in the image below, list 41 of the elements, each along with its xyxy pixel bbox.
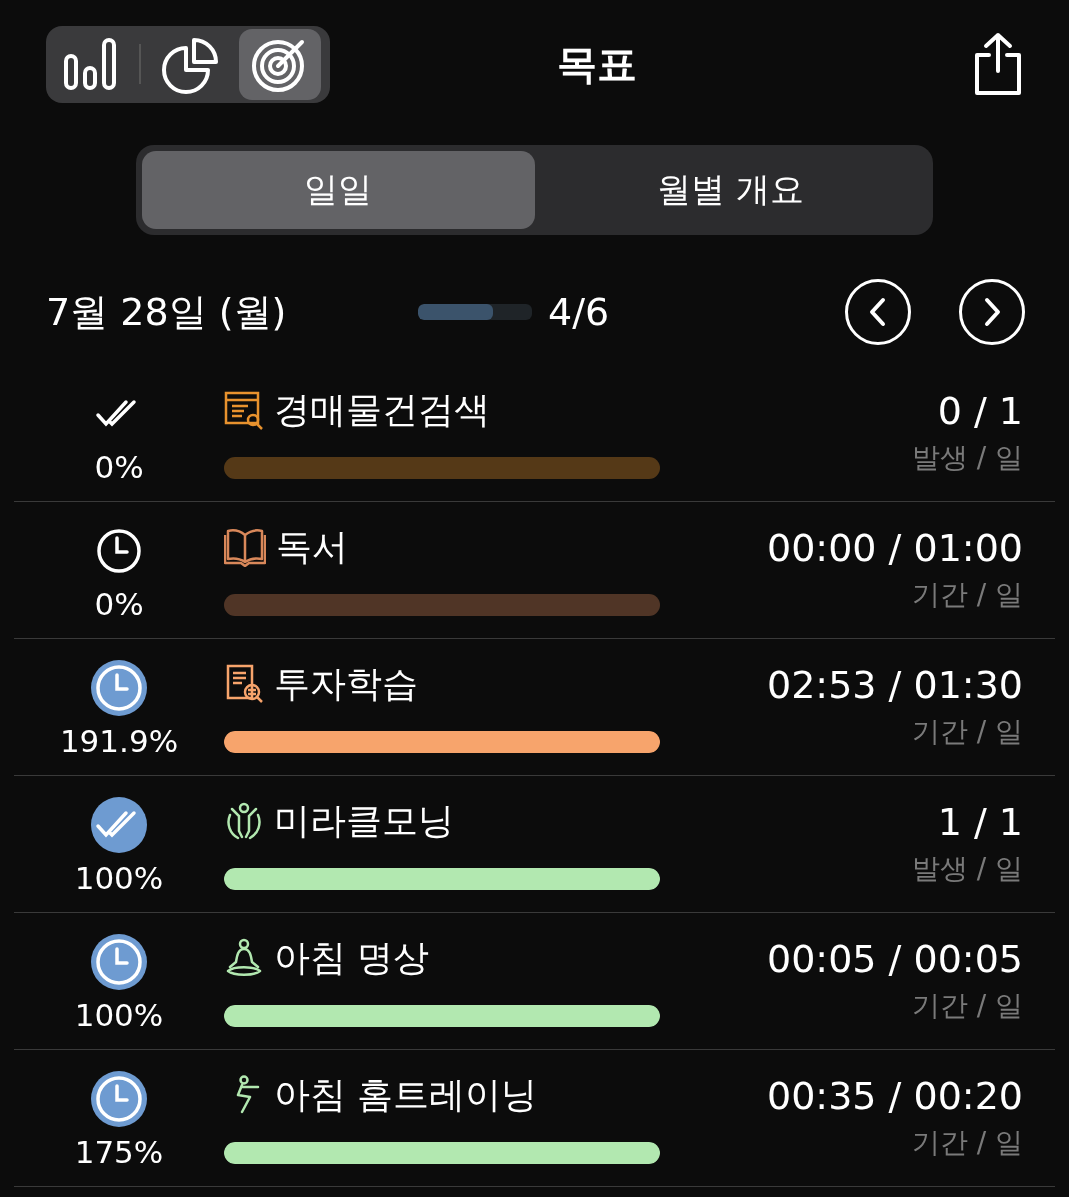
tab[interactable]: 일일 <box>142 151 535 229</box>
goal-unit: 발생 / 일 <box>911 440 1023 476</box>
goal-title: 독서 <box>276 524 348 569</box>
share-icon <box>973 31 1023 97</box>
chevron-left-icon <box>868 297 888 327</box>
goal-unit: 기간 / 일 <box>911 577 1023 613</box>
goal-value: 00:05 / 00:05 <box>767 937 1023 981</box>
percent-label: 0% <box>94 586 144 622</box>
chevron-right-icon <box>982 297 1002 327</box>
goal-title: 아침 명상 <box>274 935 430 980</box>
goal-value: 00:35 / 00:20 <box>767 1074 1023 1118</box>
meditation-icon <box>224 938 264 978</box>
person-icon <box>224 801 264 841</box>
goal-value: 02:53 / 01:30 <box>767 663 1023 707</box>
previous-day-button[interactable] <box>845 279 911 345</box>
view-button[interactable] <box>239 28 321 100</box>
document-search-icon <box>224 664 264 704</box>
screen-title: 목표 <box>556 39 637 89</box>
goal-value: 00:00 / 01:00 <box>767 526 1023 570</box>
next-day-button[interactable] <box>959 279 1025 345</box>
percent-label: 175% <box>74 1134 164 1170</box>
date-label: 7월 28일 (월) <box>46 288 288 336</box>
share-button[interactable] <box>973 31 1023 97</box>
percent-label: 0% <box>94 449 144 485</box>
goal-unit: 발생 / 일 <box>911 851 1023 887</box>
goal-title: 아침 홈트레이닝 <box>274 1072 538 1117</box>
percent-label: 100% <box>74 860 164 896</box>
percent-label: 191.9% <box>59 723 179 759</box>
book-icon <box>224 527 266 567</box>
goal-unit: 기간 / 일 <box>911 1125 1023 1161</box>
goal-unit: 기간 / 일 <box>911 714 1023 750</box>
goal-title: 경매물건검색 <box>274 387 490 432</box>
goal-title: 미라클모닝 <box>274 798 454 843</box>
tab[interactable]: 월별 개요 <box>534 151 927 229</box>
goal-value: 1 / 1 <box>937 800 1023 844</box>
list-search-icon <box>224 390 264 430</box>
percent-label: 100% <box>74 997 164 1033</box>
goal-unit: 기간 / 일 <box>911 988 1023 1024</box>
goal-title: 투자학습 <box>274 661 418 706</box>
goal-value: 0 / 1 <box>937 389 1023 433</box>
progress-count: 4/6 <box>548 290 611 334</box>
